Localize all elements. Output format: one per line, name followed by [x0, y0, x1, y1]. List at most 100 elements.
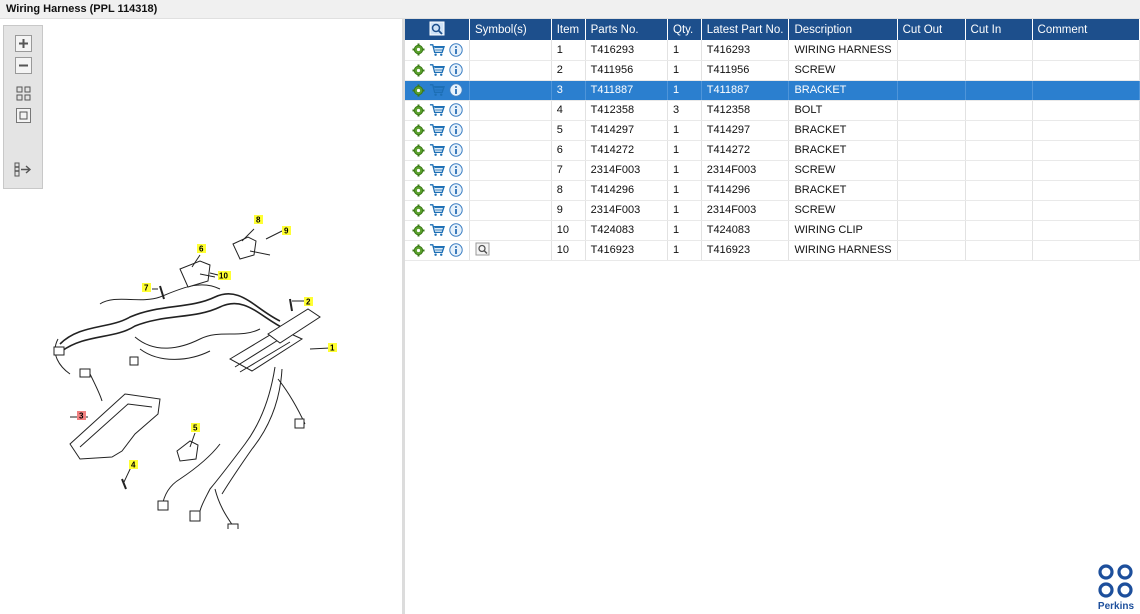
callout-4[interactable]: 4 [131, 461, 136, 470]
fit-window-icon[interactable] [14, 106, 33, 125]
cell-comment [1032, 160, 1140, 181]
cell-latest-part-no: T416923 [701, 240, 790, 261]
magnify-icon[interactable] [475, 241, 491, 257]
zoom-in-icon[interactable] [14, 34, 33, 53]
row-actions [405, 120, 470, 141]
callout-9[interactable]: 9 [284, 227, 289, 236]
cart-icon[interactable] [429, 82, 445, 98]
column-header-symbols[interactable]: Symbol(s) [469, 19, 552, 40]
column-header-comment[interactable]: Comment [1032, 19, 1140, 40]
cell-qty: 1 [667, 140, 702, 161]
table-row[interactable]: 5 T414297 1 T414297 BRACKET [405, 120, 1140, 141]
column-header-part-no[interactable]: Parts No. [585, 19, 669, 40]
info-icon[interactable] [448, 122, 464, 138]
gear-icon[interactable] [410, 242, 426, 258]
table-row[interactable]: 10 T424083 1 T424083 WIRING CLIP [405, 220, 1140, 241]
column-header-actions[interactable] [405, 19, 470, 40]
export-icon[interactable] [14, 160, 33, 179]
callout-5[interactable]: 5 [193, 424, 198, 433]
cart-icon[interactable] [429, 202, 445, 218]
callout-6[interactable]: 6 [199, 245, 204, 254]
cell-qty: 1 [667, 40, 702, 61]
exploded-parts-drawing[interactable]: 1 2 3 4 5 6 7 8 9 10 [40, 189, 340, 529]
table-row[interactable]: 4 T412358 3 T412358 BOLT [405, 100, 1140, 121]
gear-icon[interactable] [410, 182, 426, 198]
callout-1[interactable]: 1 [330, 344, 335, 353]
cart-icon[interactable] [429, 222, 445, 238]
cart-icon[interactable] [429, 42, 445, 58]
cell-description: BRACKET [788, 80, 898, 101]
info-icon[interactable] [448, 42, 464, 58]
gear-icon[interactable] [410, 62, 426, 78]
callout-10[interactable]: 10 [219, 272, 228, 281]
info-icon[interactable] [448, 222, 464, 238]
cell-comment [1032, 60, 1140, 81]
cell-symbols [469, 140, 552, 161]
info-icon[interactable] [448, 62, 464, 78]
gear-icon[interactable] [410, 142, 426, 158]
column-header-qty[interactable]: Qty. [667, 19, 702, 40]
callout-3[interactable]: 3 [79, 412, 84, 421]
info-icon[interactable] [448, 182, 464, 198]
table-row[interactable]: 8 T414296 1 T414296 BRACKET [405, 180, 1140, 201]
info-icon[interactable] [448, 102, 464, 118]
cell-part-no: T414272 [585, 140, 669, 161]
cell-cut-out [897, 40, 966, 61]
cart-icon[interactable] [429, 102, 445, 118]
gear-icon[interactable] [410, 222, 426, 238]
cell-item: 9 [551, 200, 586, 221]
column-header-item[interactable]: Item [551, 19, 586, 40]
cell-symbols [469, 100, 552, 121]
fit-all-icon[interactable] [14, 84, 33, 103]
cart-icon[interactable] [429, 142, 445, 158]
gear-icon[interactable] [410, 122, 426, 138]
callout-7[interactable]: 7 [144, 284, 149, 293]
cell-cut-in [965, 200, 1033, 221]
search-parts-icon[interactable] [429, 21, 445, 39]
info-icon[interactable] [448, 202, 464, 218]
table-row[interactable]: 9 2314F003 1 2314F003 SCREW [405, 200, 1140, 221]
parts-list-pane: Symbol(s) Item Parts No. Qty. Latest Par… [405, 19, 1140, 614]
table-row[interactable]: 10 T416923 1 T416923 WIRING HARNESS [405, 240, 1140, 261]
cell-description: BRACKET [788, 180, 898, 201]
table-row[interactable]: 3 T411887 1 T411887 BRACKET [405, 80, 1140, 101]
column-header-latest-part-no[interactable]: Latest Part No. [701, 19, 790, 40]
cart-icon[interactable] [429, 182, 445, 198]
parts-table: Symbol(s) Item Parts No. Qty. Latest Par… [405, 19, 1140, 261]
table-row[interactable]: 7 2314F003 1 2314F003 SCREW [405, 160, 1140, 181]
table-row[interactable]: 1 T416293 1 T416293 WIRING HARNESS [405, 40, 1140, 61]
cell-part-no: T416923 [585, 240, 669, 261]
cell-item: 6 [551, 140, 586, 161]
callout-2[interactable]: 2 [306, 298, 311, 307]
info-icon[interactable] [448, 162, 464, 178]
info-icon[interactable] [448, 142, 464, 158]
gear-icon[interactable] [410, 42, 426, 58]
cell-symbols [469, 80, 552, 101]
cart-icon[interactable] [429, 122, 445, 138]
table-row[interactable]: 6 T414272 1 T414272 BRACKET [405, 140, 1140, 161]
cart-icon[interactable] [429, 242, 445, 258]
cart-icon[interactable] [429, 62, 445, 78]
brand-name: Perkins [1097, 601, 1135, 612]
cell-symbols [469, 240, 552, 261]
zoom-out-icon[interactable] [14, 56, 33, 75]
cell-comment [1032, 220, 1140, 241]
info-icon[interactable] [448, 242, 464, 258]
table-row[interactable]: 2 T411956 1 T411956 SCREW [405, 60, 1140, 81]
cell-cut-in [965, 140, 1033, 161]
column-header-cut-out[interactable]: Cut Out [897, 19, 966, 40]
cart-icon[interactable] [429, 162, 445, 178]
gear-icon[interactable] [410, 162, 426, 178]
illustration-pane[interactable]: 1 2 3 4 5 6 7 8 9 10 [0, 19, 402, 614]
cell-cut-in [965, 240, 1033, 261]
gear-icon[interactable] [410, 102, 426, 118]
column-header-cut-in[interactable]: Cut In [965, 19, 1033, 40]
cell-cut-in [965, 220, 1033, 241]
callout-8[interactable]: 8 [256, 216, 261, 225]
gear-icon[interactable] [410, 82, 426, 98]
column-header-description[interactable]: Description [788, 19, 898, 40]
cell-part-no: T412358 [585, 100, 669, 121]
info-icon[interactable] [448, 82, 464, 98]
cell-symbols [469, 200, 552, 221]
gear-icon[interactable] [410, 202, 426, 218]
